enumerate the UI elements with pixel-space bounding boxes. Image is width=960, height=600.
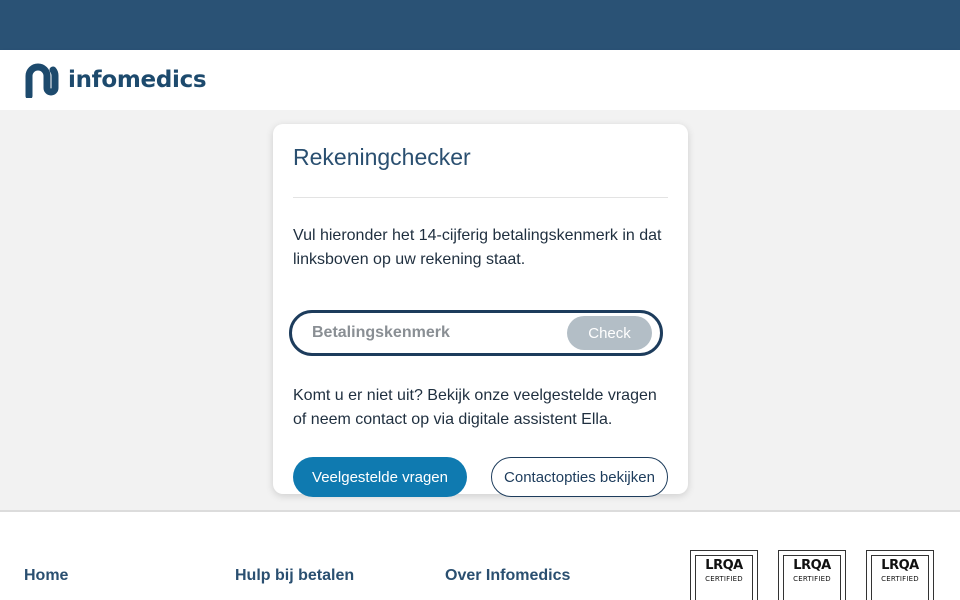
lrqa-certified-badge: LRQA CERTIFIED [778,550,846,600]
card-title: Rekeningchecker [293,144,471,170]
lrqa-certified-badge: LRQA CERTIFIED [690,550,758,600]
payment-reference-input[interactable] [312,324,567,342]
card-actions: Veelgestelde vragen Contactopties bekijk… [293,457,668,497]
badge-label: CERTIFIED [705,575,743,583]
infomedics-logo-icon [25,63,59,98]
invoice-checker-card: Rekeningchecker Vul hieronder het 14-cij… [273,124,688,497]
brand-name: infomedics [68,67,207,93]
badge-brand: LRQA [793,558,831,573]
footer-link-about[interactable]: Over Infomedics [445,567,570,585]
payment-reference-search: Check [289,310,663,356]
help-text: Komt u er niet uit? Bekijk onze veelgest… [293,387,657,428]
badge-brand: LRQA [705,558,743,573]
footer-link-payment-help[interactable]: Hulp bij betalen [235,567,354,585]
faq-button[interactable]: Veelgestelde vragen [293,457,467,497]
brand-logo[interactable]: infomedics [24,62,207,98]
site-header: infomedics [0,50,960,110]
lrqa-certified-badge: LRQA CERTIFIED [866,550,934,600]
top-bar [0,0,960,50]
main-content: Rekeningchecker Vul hieronder het 14-cij… [0,110,960,510]
contact-options-button[interactable]: Contactopties bekijken [491,457,668,497]
badge-label: CERTIFIED [881,575,919,583]
intro-text: Vul hieronder het 14-cijferig betalingsk… [293,227,662,268]
badge-label: CERTIFIED [793,575,831,583]
badge-brand: LRQA [881,558,919,573]
footer-link-home[interactable]: Home [24,567,68,585]
card-divider [293,197,668,198]
check-button[interactable]: Check [567,316,652,350]
site-footer: Home Hulp bij betalen Over Infomedics LR… [0,510,960,600]
